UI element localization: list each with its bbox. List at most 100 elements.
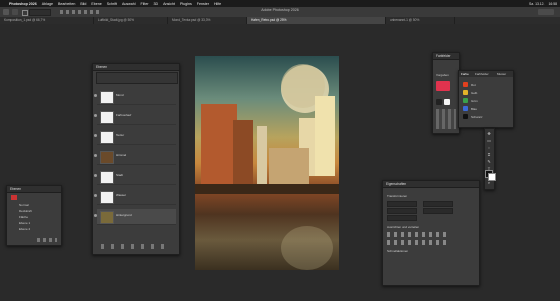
menu-item-layer[interactable]: Ebene [91,2,101,6]
color-swatch-blue[interactable] [463,106,468,111]
home-icon[interactable] [3,9,9,15]
color-panel: Farbe Farbfelder Muster Rot Gelb Grün Bl… [458,70,514,128]
small-panel-swatch [11,195,17,200]
date-label: Sa. 13.12. [529,1,545,6]
auto-select-checkbox[interactable] [22,10,28,16]
menu-item-file[interactable]: Ablage [42,2,53,6]
menu-item-window[interactable]: Fenster [197,2,209,6]
color-swatch-yellow[interactable] [463,90,468,95]
layer-row[interactable]: Himmel [94,149,176,165]
layer-row[interactable]: Farbverlauf [94,109,176,125]
layers-panel-title: Ebenen [93,64,179,71]
tab-patterns[interactable]: Muster [497,72,506,76]
color-row-label: Blau [471,107,478,111]
document-tab-bar: Komposition_1.psd @ 66,7% Luftbild_Stadt… [0,17,560,24]
visibility-eye-icon[interactable] [94,94,97,97]
layer-name: Himmel [116,153,127,157]
move-tool-icon[interactable] [12,9,18,15]
layer-name: Hintergrund [116,213,132,217]
visibility-eye-icon[interactable] [94,174,97,177]
color-swatch-green[interactable] [463,98,468,103]
visibility-eye-icon[interactable] [94,134,97,137]
window-title: Adobe Photoshop 2026 [261,8,299,12]
layer-row[interactable]: Mond [94,89,176,105]
x-field[interactable] [387,208,417,214]
align-label: Ausrichten und verteilen [387,225,420,229]
layer-thumbnail [100,191,114,204]
menu-item-select[interactable]: Auswahl [122,2,136,6]
share-button[interactable] [538,9,554,15]
small-panel-item[interactable]: Ebene 2 [19,227,30,231]
swatch-light[interactable] [444,99,450,105]
swatch-accent[interactable] [436,81,450,91]
small-panel-footer-icons[interactable] [37,238,57,242]
visibility-eye-icon[interactable] [94,114,97,117]
swatch-grid[interactable] [436,109,456,129]
layer-name: Wasser [116,193,127,197]
small-panel-item[interactable]: Normal [19,203,29,207]
status-area: Sa. 13.12. 16:58 [525,0,557,7]
layer-row[interactable]: Stadt [94,169,176,185]
layer-name: Textur [116,133,125,137]
properties-panel: Eigenschaften Transformieren Ausrichten … [382,180,480,286]
brush-tool-icon[interactable]: ✎ [486,159,492,165]
swatches-label: Vorgaben [436,73,449,77]
small-panel-item[interactable]: Fläche [19,215,28,219]
color-row-label: Rot [471,83,476,87]
color-swatch-red[interactable] [463,82,468,87]
tab-color[interactable]: Farbe [461,72,469,76]
tab-document-1[interactable]: Komposition_1.psd @ 66,7% [0,17,94,24]
small-panel-title: Ebenen [7,186,61,193]
color-panel-tabs: Farbe Farbfelder Muster [459,71,513,77]
small-panel-item[interactable]: Deckkraft [19,209,32,213]
auto-select-dropdown[interactable] [29,9,51,16]
background-color[interactable] [488,173,496,181]
tab-document-3[interactable]: Mond_Textur.psd @ 33,3% [168,17,247,24]
layer-name: Farbverlauf [116,113,132,117]
small-layers-panel: Ebenen Normal Deckkraft Fläche Ebene 1 E… [6,185,62,246]
y-field[interactable] [423,208,453,214]
color-swatch-black[interactable] [463,114,468,119]
tab-swatches[interactable]: Farbfelder [475,72,489,76]
menu-item-app[interactable]: Photoshop 2026 [9,2,37,6]
layer-row[interactable]: Wasser [94,189,176,205]
menu-item-edit[interactable]: Bearbeiten [58,2,75,6]
move-tool-icon[interactable]: ✥ [486,131,492,137]
menu-item-type[interactable]: Schrift [107,2,117,6]
menu-item-help[interactable]: Hilfe [214,2,221,6]
canvas-image[interactable] [195,56,339,270]
align-icons[interactable] [60,10,100,14]
visibility-eye-icon[interactable] [94,154,97,157]
menu-item-filter[interactable]: Filter [141,2,149,6]
transform-label: Transformieren [387,194,408,198]
layers-footer-icons[interactable] [101,244,171,249]
angle-field[interactable] [387,215,417,221]
width-field[interactable] [387,201,417,207]
swatch-dark[interactable] [436,99,442,105]
layer-thumbnail [100,151,114,164]
visibility-eye-icon[interactable] [94,214,97,217]
lasso-tool-icon[interactable]: ◌ [486,145,492,151]
menu-item-3d[interactable]: 3D [154,2,159,6]
tab-document-4[interactable]: Hafen_Retro.psd @ 25% [247,17,386,24]
menu-item-image[interactable]: Bild [80,2,86,6]
small-panel-item[interactable]: Ebene 1 [19,221,30,225]
layer-thumbnail [100,111,114,124]
layer-row[interactable]: Textur [94,129,176,145]
tab-document-5[interactable]: unbenannt-1 @ 50% [386,17,455,24]
align-buttons[interactable] [387,232,447,237]
layer-row-selected[interactable]: Hintergrund [94,209,176,225]
menu-item-plugins[interactable]: Plugins [180,2,192,6]
layers-panel: Ebenen Mond Farbverlauf Textur Himmel St… [92,63,180,255]
crop-tool-icon[interactable]: ⌗ [486,152,492,158]
visibility-eye-icon[interactable] [94,194,97,197]
menu-item-view[interactable]: Ansicht [163,2,175,6]
artwork-svg [195,64,339,270]
marquee-tool-icon[interactable]: ▭ [486,138,492,144]
distribute-buttons[interactable] [387,240,447,245]
menu-bar: Photoshop 2026 Ablage Bearbeiten Bild Eb… [0,0,560,7]
color-row-label: Gelb [471,91,478,95]
height-field[interactable] [423,201,453,207]
tab-document-2[interactable]: Luftbild_Stadt.jpg @ 50% [94,17,168,24]
layer-thumbnail [100,131,114,144]
